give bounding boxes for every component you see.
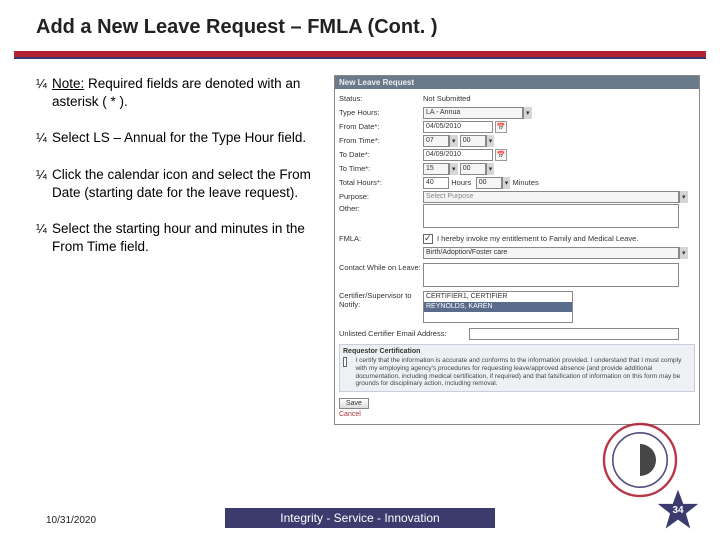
from-date-input[interactable]: 04/05/2010 xyxy=(423,121,493,133)
type-label: Type Hours: xyxy=(339,108,423,117)
clock-icon: ¼ xyxy=(36,220,52,256)
cert-heading: Requestor Certification xyxy=(343,348,691,355)
contact-label: Contact While on Leave: xyxy=(339,263,423,272)
bullet-list: ¼ Note: Required fields are denoted with… xyxy=(36,75,326,425)
from-time-label: From Time*: xyxy=(339,136,423,145)
panel-title: New Leave Request xyxy=(335,76,699,89)
total-min-select[interactable]: 00 xyxy=(476,177,502,189)
email-input[interactable] xyxy=(469,328,679,340)
bullet-text: Required fields are denoted with an aste… xyxy=(52,76,300,109)
fmla-check-text: I hereby invoke my entitlement to Family… xyxy=(437,234,638,243)
status-label: Status: xyxy=(339,94,423,103)
email-label: Unlisted Certifier Email Address: xyxy=(339,329,469,338)
list-item: ¼ Select the starting hour and minutes i… xyxy=(36,220,326,256)
clock-icon: ¼ xyxy=(36,129,52,147)
to-date-input[interactable]: 04/09/2010 xyxy=(423,149,493,161)
fmla-checkbox[interactable] xyxy=(423,234,433,244)
fmla-label: FMLA: xyxy=(339,234,423,243)
footer-bar-wrap: Integrity - Service - Innovation xyxy=(0,508,720,528)
other-label: Other: xyxy=(339,204,423,213)
clock-icon: ¼ xyxy=(36,166,52,202)
certifier-listbox[interactable]: CERTIFIER1, CERTIFIER REYNOLDS, KAREN xyxy=(423,291,573,323)
purpose-select[interactable]: Select Purpose xyxy=(423,191,679,203)
list-item: ¼ Note: Required fields are denoted with… xyxy=(36,75,326,111)
list-item: ¼ Click the calendar icon and select the… xyxy=(36,166,326,202)
purpose-label: Purpose: xyxy=(339,192,423,201)
certifier-option[interactable]: CERTIFIER1, CERTIFIER xyxy=(424,292,572,302)
type-select[interactable]: LA - Annua xyxy=(423,107,523,119)
page-number: 34 xyxy=(656,488,700,532)
from-date-label: From Date*: xyxy=(339,122,423,131)
note-label: Note: xyxy=(52,76,84,91)
fmla-reason-select[interactable]: Birth/Adoption/Foster care xyxy=(423,247,679,259)
calendar-icon[interactable]: 📅 xyxy=(495,121,507,133)
contact-input[interactable] xyxy=(423,263,679,287)
slide-title: Add a New Leave Request – FMLA (Cont. ) xyxy=(0,0,720,47)
page-badge: 34 xyxy=(656,488,700,532)
total-hours-input[interactable]: 40 xyxy=(423,177,449,189)
form-screenshot: New Leave Request Status:Not Submitted T… xyxy=(334,75,700,425)
certifier-option[interactable]: REYNOLDS, KAREN xyxy=(424,302,572,312)
certifier-label: Certifier/Supervisor to Notify: xyxy=(339,291,423,309)
from-min-select[interactable]: 00 xyxy=(460,135,486,147)
cert-text: I certify that the information is accura… xyxy=(355,357,691,388)
bullet-text: Select LS – Annual for the Type Hour fie… xyxy=(52,129,326,147)
footer-motto: Integrity - Service - Innovation xyxy=(225,508,495,528)
clock-icon: ¼ xyxy=(36,75,52,111)
from-hour-select[interactable]: 07 xyxy=(423,135,449,147)
to-time-label: To Time*: xyxy=(339,164,423,173)
to-min-select[interactable]: 00 xyxy=(460,163,486,175)
to-hour-select[interactable]: 15 xyxy=(423,163,449,175)
divider-red xyxy=(14,51,706,57)
divider-blue xyxy=(14,58,706,59)
status-value: Not Submitted xyxy=(423,94,471,103)
list-item: ¼ Select LS – Annual for the Type Hour f… xyxy=(36,129,326,147)
save-button[interactable]: Save xyxy=(339,398,369,409)
calendar-icon[interactable]: 📅 xyxy=(495,149,507,161)
cancel-link[interactable]: Cancel xyxy=(339,411,361,418)
other-input[interactable] xyxy=(423,204,679,228)
bullet-text: Select the starting hour and minutes in … xyxy=(52,220,326,256)
minutes-word: Minutes xyxy=(512,178,538,187)
certification-box: Requestor Certification I certify that t… xyxy=(339,344,695,392)
to-date-label: To Date*: xyxy=(339,150,423,159)
cert-checkbox[interactable] xyxy=(343,357,347,367)
hours-word: Hours xyxy=(451,178,471,187)
total-label: Total Hours*: xyxy=(339,178,423,187)
bullet-text: Click the calendar icon and select the F… xyxy=(52,166,326,202)
